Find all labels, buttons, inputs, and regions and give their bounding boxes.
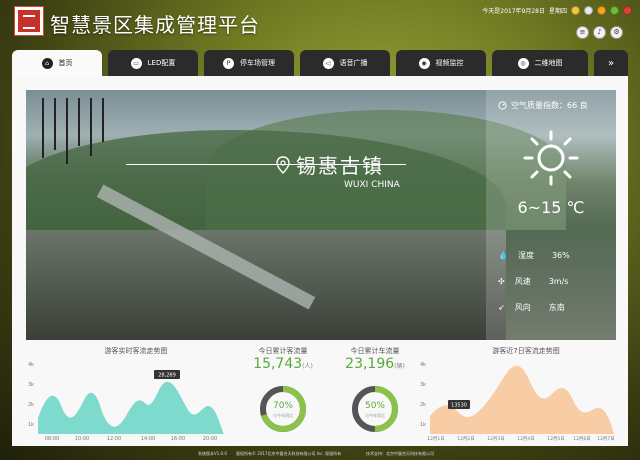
visitor-percent: 70% [272, 401, 293, 411]
stats-row: 游客实时客流走势图 4k 3k 2k 1k 28,289 08:00 10:00… [26, 342, 616, 446]
maximize-icon[interactable] [610, 6, 619, 15]
minimize-icon[interactable] [571, 6, 580, 15]
air-quality-text: 空气质量指数：66 良 [511, 101, 588, 110]
vehicle-total-label: 今日累计车流量 [350, 347, 400, 355]
topbar-status: 今天是2017年9月28日 星期四 [482, 6, 632, 15]
settings-icon[interactable]: ⚙ [610, 26, 623, 39]
realtime-chart: 4k 3k 2k 1k 28,289 08:00 10:00 12:00 14:… [28, 362, 224, 442]
menu-icon[interactable]: ≡ [576, 26, 589, 39]
scenic-subtitle: WUXI CHINA [344, 180, 400, 190]
more-icon: » [607, 57, 615, 69]
more-tabs-button[interactable]: » [594, 50, 628, 76]
copyright-text: 版权所有© 2017北京中量合天科技有限公司 Inc. 保留所有 [236, 451, 342, 456]
week-tooltip-text: 13530 [451, 403, 467, 409]
notification-icon[interactable]: ♪ [593, 26, 606, 39]
x-tick: 12月3日 [487, 436, 505, 442]
week-chart-title: 游客近7日客流走势图 [492, 347, 560, 355]
visitor-total: 15,743(人) [253, 356, 313, 372]
skin-icon[interactable] [597, 6, 606, 15]
weather-panel: 空气质量指数：66 良 6~15 ℃ 💧 湿度 36% ✣ 风速 3m/s ➶ … [486, 90, 616, 340]
main-tabs: ⌂ 首页 ▭ LED配置 P 停车场管理 ◁ 语音广播 ◉ 视频监控 ◎ 二维地… [12, 50, 628, 76]
visitor-percent-sub: 与今年同比 [273, 413, 293, 418]
x-tick: 12月5日 [547, 436, 565, 442]
y-tick: 3k [28, 382, 34, 388]
scenic-name: 锡惠古镇 [296, 154, 384, 178]
y-tick: 2k [420, 402, 426, 408]
map-pin-icon: ◎ [517, 57, 529, 69]
main-panel: 锡惠古镇 WUXI CHINA 空气质量指数：66 良 6~15 ℃ 💧 湿度 … [12, 76, 628, 446]
temperature: 6~15 ℃ [517, 198, 585, 217]
date-text: 今天是2017年9月28日 [482, 8, 545, 15]
air-quality: 空气质量指数：66 良 [498, 100, 588, 111]
scenic-brand: 锡惠古镇 WUXI CHINA [126, 150, 426, 210]
header: 智慧景区集成管理平台 今天是2017年9月28日 星期四 ≡ ♪ ⚙ [0, 0, 640, 44]
x-tick: 12月1日 [427, 436, 445, 442]
x-tick: 12月4日 [517, 436, 535, 442]
realtime-tooltip-text: 28,289 [158, 373, 176, 379]
x-tick: 20:00 [203, 436, 217, 442]
humidity-icon: 💧 [498, 251, 508, 260]
vehicle-percent: 50% [364, 401, 385, 411]
tab-label: 首页 [58, 59, 73, 67]
x-tick: 16:00 [171, 436, 185, 442]
y-tick: 4k [28, 362, 34, 368]
tab-broadcast[interactable]: ◁ 语音广播 [300, 50, 390, 76]
x-tick: 12月7日 [597, 436, 615, 442]
wind-speed-row: ✣ 风速 3m/s [498, 277, 569, 286]
y-tick: 4k [420, 362, 426, 368]
version-text: 系统版本V1.0.0 [198, 451, 227, 456]
x-tick: 12月2日 [457, 436, 475, 442]
weekday-text: 星期四 [548, 8, 567, 15]
speaker-icon: ◁ [322, 57, 334, 69]
x-tick: 14:00 [141, 436, 155, 442]
tab-home[interactable]: ⌂ 首页 [12, 50, 102, 76]
parking-icon: P [223, 57, 234, 69]
x-tick: 12月6日 [573, 436, 591, 442]
visitor-total-label: 今日累计客流量 [258, 347, 308, 355]
wind-direction-row: ➶ 风向 东南 [498, 303, 565, 312]
y-tick: 1k [28, 422, 34, 428]
y-tick: 1k [420, 422, 426, 428]
tab-label: 二维地图 [534, 59, 563, 67]
tab-parking[interactable]: P 停车场管理 [204, 50, 294, 76]
calligraphy-image [36, 98, 116, 168]
home-icon: ⌂ [41, 57, 53, 69]
tab-label: 语音广播 [339, 59, 368, 67]
tab-led[interactable]: ▭ LED配置 [108, 50, 198, 76]
wind-direction-icon: ➶ [498, 303, 505, 312]
week-chart: 4k 3k 2k 1k 13530 12月1日 12月2日 12月3日 12月4… [420, 362, 615, 442]
tab-label: LED配置 [147, 59, 176, 67]
led-icon: ▭ [130, 57, 142, 69]
week-area [430, 365, 614, 434]
restore-icon[interactable] [584, 6, 593, 15]
realtime-chart-title: 游客实时客流走势图 [104, 347, 168, 355]
wind-icon: ✣ [498, 277, 505, 286]
x-tick: 08:00 [45, 436, 59, 442]
x-tick: 10:00 [75, 436, 89, 442]
tab-video[interactable]: ◉ 视频监控 [396, 50, 486, 76]
footer: 系统版本V1.0.0 版权所有© 2017北京中量合天科技有限公司 Inc. 保… [0, 448, 640, 460]
close-icon[interactable] [623, 6, 632, 15]
camera-icon: ◉ [418, 57, 430, 69]
y-tick: 3k [420, 382, 426, 388]
x-tick: 12:00 [107, 436, 121, 442]
location-pin-icon [276, 156, 290, 174]
y-tick: 2k [28, 402, 34, 408]
logo [14, 6, 44, 36]
tab-label: 视频监控 [435, 59, 464, 67]
air-quality-icon [498, 101, 507, 110]
sun-icon [523, 130, 579, 186]
app-title: 智慧景区集成管理平台 [50, 13, 260, 37]
humidity-row: 💧 湿度 36% [498, 251, 570, 260]
tab-map[interactable]: ◎ 二维地图 [492, 50, 588, 76]
support-text: 技术支持：北京中量合天科技有限公司 [366, 451, 434, 456]
tab-label: 停车场管理 [240, 59, 275, 67]
realtime-area [38, 381, 224, 434]
vehicle-total: 23,196(辆) [345, 356, 405, 372]
vehicle-percent-sub: 与今年同比 [365, 413, 385, 418]
scenic-hero: 锡惠古镇 WUXI CHINA 空气质量指数：66 良 6~15 ℃ 💧 湿度 … [26, 90, 616, 340]
